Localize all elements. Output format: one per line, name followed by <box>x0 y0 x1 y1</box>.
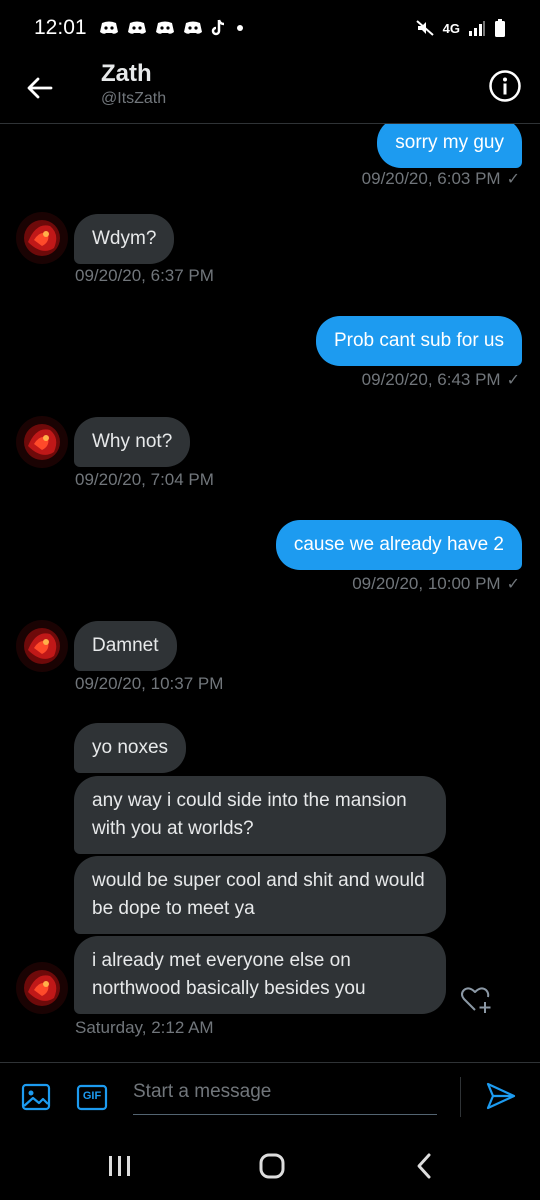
contact-handle[interactable]: @ItsZath <box>101 90 166 108</box>
discord-icon <box>127 21 146 34</box>
incoming-message[interactable]: i already met everyone else on northwood… <box>74 936 446 1014</box>
info-button[interactable] <box>488 69 522 103</box>
message-composer: GIF Start a message <box>0 1062 540 1130</box>
check-icon: ✓ <box>506 576 520 593</box>
network-label: 4G <box>442 20 460 36</box>
avatar[interactable] <box>16 416 68 468</box>
conversation-header: Zath @ItsZath <box>0 56 540 124</box>
recents-icon <box>109 1156 130 1176</box>
arrow-left-icon <box>27 77 53 99</box>
system-icons: 4G <box>415 19 506 37</box>
heart-plus-icon <box>461 987 491 1013</box>
incoming-message[interactable]: yo noxes <box>74 723 187 773</box>
avatar[interactable] <box>16 962 68 1014</box>
discord-icon <box>99 21 118 34</box>
mute-icon <box>415 20 434 36</box>
avatar-image <box>16 212 68 264</box>
discord-icon <box>183 21 202 34</box>
system-nav-bar <box>0 1130 540 1200</box>
outgoing-message[interactable]: sorry my guy <box>377 124 522 168</box>
media-button[interactable] <box>20 1081 52 1113</box>
incoming-message[interactable]: any way i could side into the mansion wi… <box>74 776 446 854</box>
home-icon <box>259 1153 285 1179</box>
outgoing-message[interactable]: cause we already have 2 <box>275 520 522 570</box>
status-time: 12:01 <box>34 16 87 39</box>
message-timestamp: 09/20/20, 10:37 PM <box>75 674 224 693</box>
incoming-message[interactable]: Damnet <box>74 621 177 671</box>
chevron-left-icon <box>417 1153 431 1179</box>
message-timestamp: Saturday, 2:12 AM <box>75 1018 214 1037</box>
status-bar: 12:01 4G <box>0 0 540 56</box>
tiktok-icon <box>211 19 224 36</box>
send-button[interactable] <box>484 1079 518 1113</box>
avatar[interactable] <box>16 620 68 672</box>
back-nav-button[interactable] <box>404 1150 444 1182</box>
avatar[interactable] <box>16 212 68 264</box>
outgoing-message[interactable]: Prob cant sub for us <box>315 316 522 366</box>
message-timestamp: 09/20/20, 6:03 PM ✓ <box>361 169 520 188</box>
battery-icon <box>495 19 505 37</box>
message-timestamp: 09/20/20, 6:37 PM <box>75 266 214 285</box>
avatar-image <box>16 962 68 1014</box>
recents-button[interactable] <box>100 1150 140 1182</box>
message-input[interactable]: Start a message <box>133 1079 437 1115</box>
discord-icon <box>155 21 174 34</box>
contact-name[interactable]: Zath <box>101 60 152 88</box>
avatar-image <box>16 416 68 468</box>
send-icon <box>486 1082 516 1110</box>
signal-icon <box>469 21 485 36</box>
notification-icons <box>99 19 245 37</box>
message-timestamp: 09/20/20, 10:00 PM ✓ <box>352 574 520 593</box>
check-icon: ✓ <box>506 171 520 188</box>
composer-divider <box>460 1077 461 1117</box>
avatar-image <box>16 620 68 672</box>
dot-icon <box>236 25 243 31</box>
incoming-message[interactable]: would be super cool and shit and would b… <box>74 856 446 934</box>
incoming-message[interactable]: Wdym? <box>74 214 175 264</box>
gif-button[interactable]: GIF <box>76 1081 108 1113</box>
home-button[interactable] <box>252 1150 292 1182</box>
back-button[interactable] <box>20 68 60 108</box>
image-icon <box>21 1083 51 1111</box>
react-button[interactable] <box>458 982 492 1016</box>
info-icon <box>489 70 521 102</box>
message-timestamp: 09/20/20, 7:04 PM <box>75 470 214 489</box>
message-timestamp: 09/20/20, 6:43 PM ✓ <box>361 370 520 389</box>
gif-label: GIF <box>82 1090 102 1102</box>
incoming-message[interactable]: Why not? <box>74 417 191 467</box>
message-list: sorry my guy 09/20/20, 6:03 PM ✓ Wdym? 09… <box>0 124 540 1062</box>
check-icon: ✓ <box>506 372 520 389</box>
